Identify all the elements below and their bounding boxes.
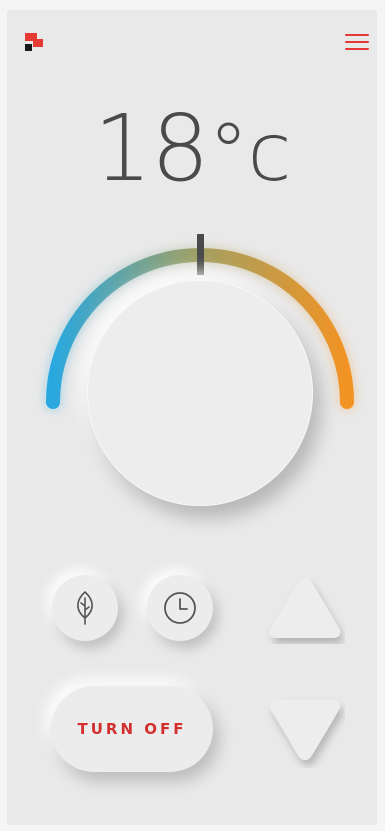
clock-icon (164, 592, 196, 624)
turn-off-label: TURN OFF (77, 720, 187, 738)
brand-logo-icon (25, 33, 43, 51)
temperature-unit: °c (208, 106, 292, 199)
menu-line (345, 34, 369, 36)
triangle-down-icon (269, 700, 341, 760)
timer-button[interactable] (147, 575, 213, 641)
temperature-display: 18°c (7, 94, 377, 208)
decrease-temperature-button[interactable] (265, 696, 345, 768)
triangle-up-icon (269, 578, 341, 638)
thermostat-app: 18°c TURN OFF (7, 10, 377, 825)
temperature-value: 18 (93, 95, 209, 202)
eco-mode-button[interactable] (52, 575, 118, 641)
temperature-indicator (197, 234, 204, 275)
temperature-knob[interactable] (87, 280, 313, 506)
turn-off-button[interactable]: TURN OFF (51, 686, 213, 772)
menu-line (345, 48, 369, 50)
increase-temperature-button[interactable] (265, 572, 345, 644)
leaf-icon (77, 591, 93, 625)
menu-line (345, 41, 369, 43)
hamburger-menu-icon[interactable] (345, 32, 369, 52)
